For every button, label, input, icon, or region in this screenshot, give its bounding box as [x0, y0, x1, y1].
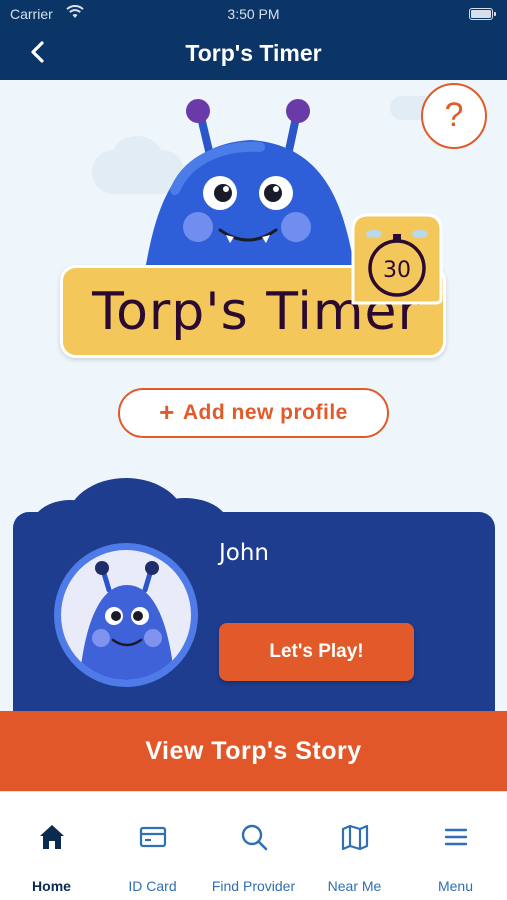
- view-story-button[interactable]: View Torp's Story: [0, 711, 507, 791]
- stopwatch-icon: 30: [351, 213, 443, 305]
- torp-avatar-icon: [79, 561, 175, 680]
- add-profile-button[interactable]: + Add new profile: [118, 388, 389, 438]
- avatar-image: [61, 550, 191, 680]
- page-title: Torp's Timer: [185, 40, 322, 66]
- tab-id-card[interactable]: ID Card: [102, 792, 203, 900]
- tab-near-me[interactable]: Near Me: [304, 792, 405, 900]
- tab-label: Find Provider: [211, 878, 296, 894]
- menu-icon: [444, 828, 468, 846]
- tab-find-provider[interactable]: Find Provider: [203, 792, 304, 900]
- tab-bar: Home ID Card Find Provider Near Me Menu: [0, 791, 507, 900]
- tab-label: Near Me: [327, 878, 382, 894]
- tab-menu[interactable]: Menu: [405, 792, 506, 900]
- tab-label: Home: [32, 878, 71, 894]
- lets-play-button[interactable]: Let's Play!: [219, 623, 414, 681]
- status-time: 3:50 PM: [227, 6, 280, 22]
- plus-icon: +: [159, 397, 175, 427]
- add-profile-label: Add new profile: [182, 401, 348, 424]
- status-bar: Carrier 3:50 PM: [0, 0, 507, 28]
- search-icon: [241, 824, 268, 851]
- map-icon: [341, 824, 369, 851]
- profile-name: John: [219, 540, 270, 566]
- home-icon: [40, 825, 64, 849]
- battery-icon: [469, 8, 496, 20]
- timer-number: 30: [383, 258, 411, 283]
- tab-label: ID Card: [128, 878, 177, 894]
- profile-avatar[interactable]: [54, 543, 198, 687]
- tab-label: Menu: [437, 878, 474, 894]
- top-bar: Carrier 3:50 PM Torp's Timer: [0, 0, 507, 80]
- id-card-icon: [139, 826, 167, 848]
- tab-home[interactable]: Home: [1, 792, 102, 900]
